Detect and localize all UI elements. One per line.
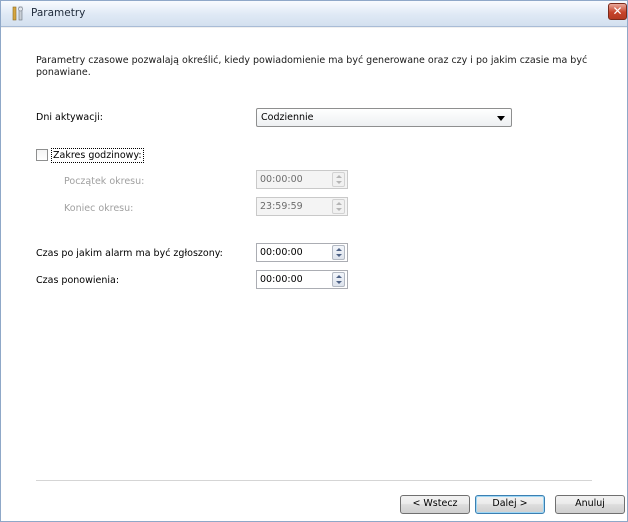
parametry-dialog: Parametry ✕ Parametry czasowe pozwalają … (0, 0, 628, 522)
period-start-label: Początek okresu: (64, 176, 145, 187)
period-end-label: Koniec okresu: (64, 203, 134, 214)
repeat-interval-field[interactable]: 00:00:00 (256, 270, 348, 289)
window-title: Parametry (31, 7, 86, 19)
chevron-down-icon (497, 116, 505, 121)
title-bar[interactable]: Parametry ✕ (1, 1, 627, 27)
repeat-interval-value: 00:00:00 (260, 274, 303, 285)
spin-arrows-icon[interactable] (332, 245, 345, 260)
intro-text: Parametry czasowe pozwalają określić, ki… (36, 55, 588, 78)
activation-days-label: Dni aktywacji: (36, 112, 103, 123)
spin-arrows-icon[interactable] (332, 172, 345, 187)
next-button[interactable]: Dalej > (475, 495, 545, 514)
wizard-wrench-icon (12, 6, 23, 21)
repeat-interval-label: Czas ponowienia: (36, 275, 120, 286)
spin-arrows-icon[interactable] (332, 272, 345, 287)
time-range-label[interactable]: Zakres godzinowy: (51, 148, 144, 163)
spin-arrows-icon[interactable] (332, 199, 345, 214)
alarm-delay-field[interactable]: 00:00:00 (256, 243, 348, 262)
next-button-label: Dalej > (492, 498, 528, 509)
footer-divider (36, 480, 592, 481)
cancel-button[interactable]: Anuluj (555, 495, 625, 514)
cancel-button-label: Anuluj (575, 498, 605, 509)
activation-days-value: Codziennie (261, 112, 314, 123)
alarm-delay-label: Czas po jakim alarm ma być zgłoszony: (36, 248, 223, 259)
alarm-delay-value: 00:00:00 (260, 247, 303, 258)
close-icon: ✕ (612, 4, 623, 18)
back-button[interactable]: < Wstecz (400, 495, 470, 514)
period-start-field[interactable]: 00:00:00 (256, 170, 348, 189)
period-end-value: 23:59:59 (260, 201, 303, 212)
time-range-checkbox[interactable] (36, 149, 48, 161)
activation-days-select[interactable]: Codziennie (256, 108, 512, 127)
period-end-field[interactable]: 23:59:59 (256, 197, 348, 216)
dialog-content: Parametry czasowe pozwalają określić, ki… (1, 28, 627, 521)
back-button-label: < Wstecz (412, 498, 458, 509)
close-button[interactable]: ✕ (608, 3, 627, 20)
period-start-value: 00:00:00 (260, 174, 303, 185)
